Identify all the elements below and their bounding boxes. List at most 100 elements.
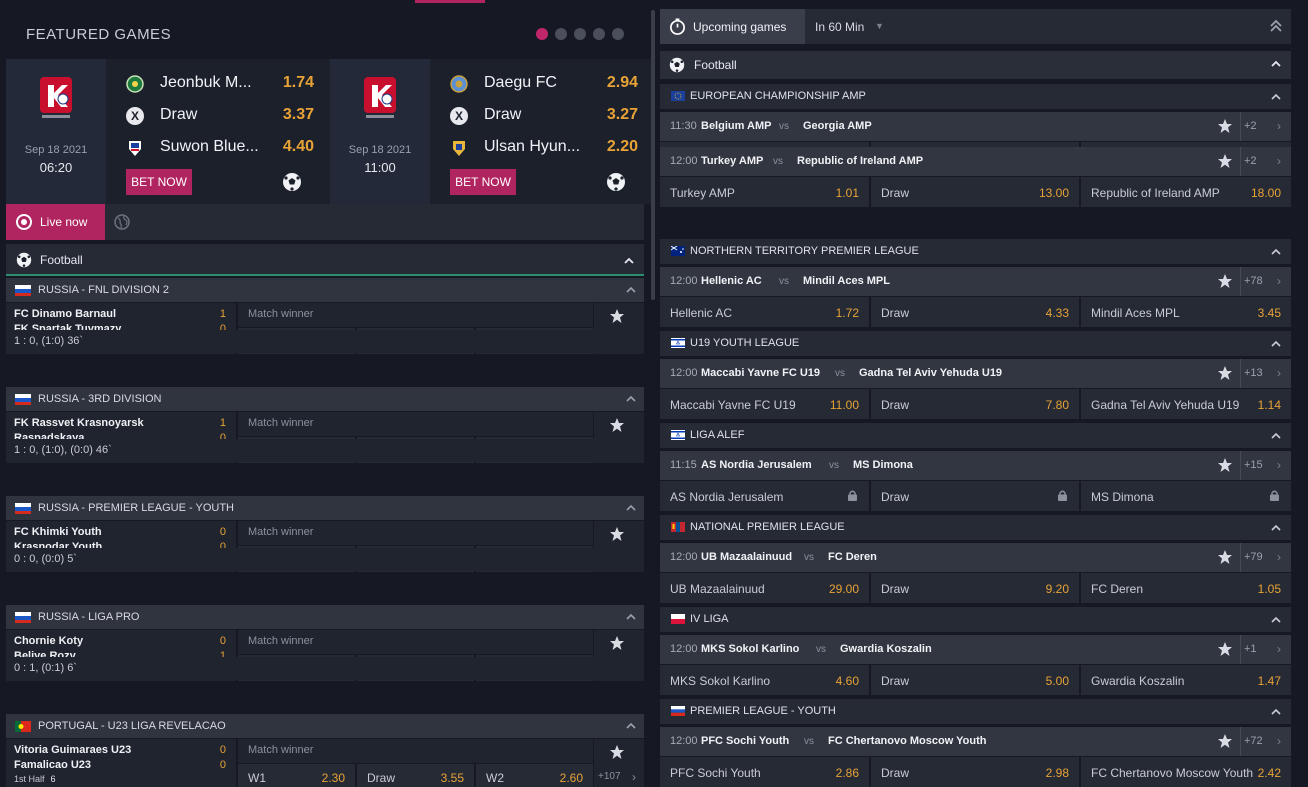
featured-game-card[interactable]: Sep 18 2021 11:00 Daegu FC 2.94 X Draw 3…	[330, 59, 654, 204]
odd-home-button[interactable]: PFC Sochi Youth 2.86	[660, 757, 869, 787]
star-icon[interactable]	[1217, 733, 1233, 749]
odd-away-button[interactable]: Republic of Ireland AMP 18.00	[1081, 177, 1291, 207]
star-icon[interactable]	[1217, 273, 1233, 289]
time-filter-select[interactable]: In 60 Min	[815, 20, 864, 34]
scrollbar[interactable]	[651, 10, 655, 300]
more-markets-count[interactable]: +79	[1244, 551, 1263, 563]
upcoming-match-row[interactable]: 12:00 PFC Sochi Youth vs FC Chertanovo M…	[660, 727, 1291, 756]
more-markets-count[interactable]: +15	[1244, 459, 1263, 471]
chevron-up-icon[interactable]	[624, 256, 634, 266]
away-odd[interactable]: 2.20	[607, 138, 638, 156]
double-chevron-up-icon[interactable]	[1269, 19, 1283, 33]
home-odd[interactable]: 1.74	[283, 74, 314, 92]
star-icon[interactable]	[609, 526, 625, 542]
chevron-up-icon[interactable]	[1271, 431, 1281, 441]
league-header[interactable]: RUSSIA - PREMIER LEAGUE - YOUTH	[6, 496, 644, 520]
chevron-up-icon[interactable]	[1271, 92, 1281, 102]
odd-draw-button[interactable]: Draw 5.00	[871, 665, 1079, 695]
chevron-up-icon[interactable]	[626, 285, 636, 295]
carousel-dot[interactable]	[574, 28, 586, 40]
odd-draw-button[interactable]: Draw 3.55	[357, 764, 474, 787]
upcoming-match-row[interactable]: 11:15 AS Nordia Jerusalem vs MS Dimona +…	[660, 451, 1291, 480]
odd-w1-button[interactable]: W1 2.30	[238, 764, 355, 787]
league-header[interactable]: RUSSIA - LIGA PRO	[6, 605, 644, 629]
chevron-right-icon[interactable]: ›	[1277, 458, 1281, 472]
league-header[interactable]: LIGA ALEF	[660, 423, 1291, 448]
carousel-dot[interactable]	[555, 28, 567, 40]
carousel-dot[interactable]	[536, 28, 548, 40]
featured-game-card[interactable]: Sep 18 2021 06:20 Jeonbuk M... 1.74 X Dr…	[6, 59, 330, 204]
more-markets-button[interactable]: +107 ›	[594, 739, 644, 787]
sport-header-football[interactable]: Football	[660, 51, 1291, 79]
draw-odd[interactable]: 3.37	[283, 106, 314, 124]
chevron-up-icon[interactable]	[1271, 707, 1281, 717]
chevron-up-icon[interactable]	[1271, 523, 1281, 533]
league-header[interactable]: EUROPEAN CHAMPIONSHIP AMP	[660, 84, 1291, 109]
chevron-up-icon[interactable]	[626, 394, 636, 404]
featured-away-row[interactable]: Suwon Blue... 4.40	[124, 135, 314, 161]
odd-away-button[interactable]: Mindil Aces MPL 3.45	[1081, 297, 1291, 327]
chevron-up-icon[interactable]	[1271, 339, 1281, 349]
star-icon[interactable]	[1217, 549, 1233, 565]
chevron-up-icon[interactable]	[1271, 59, 1281, 69]
upcoming-match-row[interactable]: 12:00 Turkey AMP vs Republic of Ireland …	[660, 147, 1291, 176]
odd-away-button[interactable]: Gwardia Koszalin 1.47	[1081, 665, 1291, 695]
odd-home-button[interactable]: Maccabi Yavne FC U19 11.00	[660, 389, 869, 419]
upcoming-match-row[interactable]: 12:00 UB Mazaalainuud vs FC Deren +79 ›	[660, 543, 1291, 572]
odd-home-button[interactable]: AS Nordia Jerusalem	[660, 481, 869, 511]
odd-draw-button[interactable]: Draw 9.20	[871, 573, 1079, 603]
league-header[interactable]: PREMIER LEAGUE - YOUTH	[660, 699, 1291, 724]
featured-draw-row[interactable]: X Draw 3.37	[124, 103, 314, 129]
more-markets-count[interactable]: +2	[1244, 155, 1257, 167]
caret-down-icon[interactable]: ▼	[875, 21, 884, 31]
star-icon[interactable]	[1217, 365, 1233, 381]
odd-draw-button[interactable]: Draw 2.98	[871, 757, 1079, 787]
chevron-right-icon[interactable]: ›	[1277, 366, 1281, 380]
odd-home-button[interactable]: UB Mazaalainuud 29.00	[660, 573, 869, 603]
chevron-right-icon[interactable]: ›	[1277, 274, 1281, 288]
star-icon[interactable]	[609, 744, 625, 760]
odd-draw-button[interactable]: Draw 4.33	[871, 297, 1079, 327]
more-markets-count[interactable]: +72	[1244, 735, 1263, 747]
upcoming-match-row[interactable]: 12:00 MKS Sokol Karlino vs Gwardia Kosza…	[660, 635, 1291, 664]
league-header[interactable]: IV LIGA	[660, 607, 1291, 632]
carousel-dot[interactable]	[593, 28, 605, 40]
star-icon[interactable]	[1217, 457, 1233, 473]
odd-home-button[interactable]: Turkey AMP 1.01	[660, 177, 869, 207]
star-icon[interactable]	[609, 417, 625, 433]
league-header[interactable]: RUSSIA - 3RD DIVISION	[6, 387, 644, 411]
odd-home-button[interactable]: MKS Sokol Karlino 4.60	[660, 665, 869, 695]
chevron-up-icon[interactable]	[1271, 247, 1281, 257]
more-markets-count[interactable]: +13	[1244, 367, 1263, 379]
globe-icon[interactable]	[114, 214, 130, 230]
upcoming-match-row[interactable]: 12:00 Hellenic AC vs Mindil Aces MPL +78…	[660, 267, 1291, 296]
chevron-right-icon[interactable]: ›	[1277, 550, 1281, 564]
chevron-right-icon[interactable]: ›	[1277, 642, 1281, 656]
carousel-dot[interactable]	[612, 28, 624, 40]
league-header[interactable]: PORTUGAL - U23 LIGA REVELACAO	[6, 714, 644, 738]
league-header[interactable]: RUSSIA - FNL DIVISION 2	[6, 278, 644, 302]
sport-header-football[interactable]: Football	[6, 244, 644, 276]
odd-away-button[interactable]: FC Deren 1.05	[1081, 573, 1291, 603]
odd-draw-button[interactable]: Draw 13.00	[871, 177, 1079, 207]
star-icon[interactable]	[1217, 153, 1233, 169]
chevron-up-icon[interactable]	[626, 721, 636, 731]
match-teams[interactable]: Vitoria Guimaraes U23 0 Famalicao U23 0 …	[6, 739, 236, 787]
chevron-up-icon[interactable]	[626, 612, 636, 622]
odd-home-button[interactable]: Hellenic AC 1.72	[660, 297, 869, 327]
featured-home-row[interactable]: Daegu FC 2.94	[448, 71, 638, 97]
chevron-up-icon[interactable]	[626, 503, 636, 513]
upcoming-match-row[interactable]: 12:00 Maccabi Yavne FC U19 vs Gadna Tel …	[660, 359, 1291, 388]
odd-away-button[interactable]: MS Dimona	[1081, 481, 1291, 511]
league-header[interactable]: NATIONAL PREMIER LEAGUE	[660, 515, 1291, 540]
featured-draw-row[interactable]: X Draw 3.27	[448, 103, 638, 129]
chevron-up-icon[interactable]	[1271, 615, 1281, 625]
star-icon[interactable]	[1217, 641, 1233, 657]
bet-now-button[interactable]: BET NOW	[126, 169, 192, 195]
away-odd[interactable]: 4.40	[283, 138, 314, 156]
odd-draw-button[interactable]: Draw 7.80	[871, 389, 1079, 419]
star-icon[interactable]	[609, 635, 625, 651]
star-icon[interactable]	[609, 308, 625, 324]
odd-away-button[interactable]: FC Chertanovo Moscow Youth 2.42	[1081, 757, 1291, 787]
odd-draw-button[interactable]: Draw	[871, 481, 1079, 511]
